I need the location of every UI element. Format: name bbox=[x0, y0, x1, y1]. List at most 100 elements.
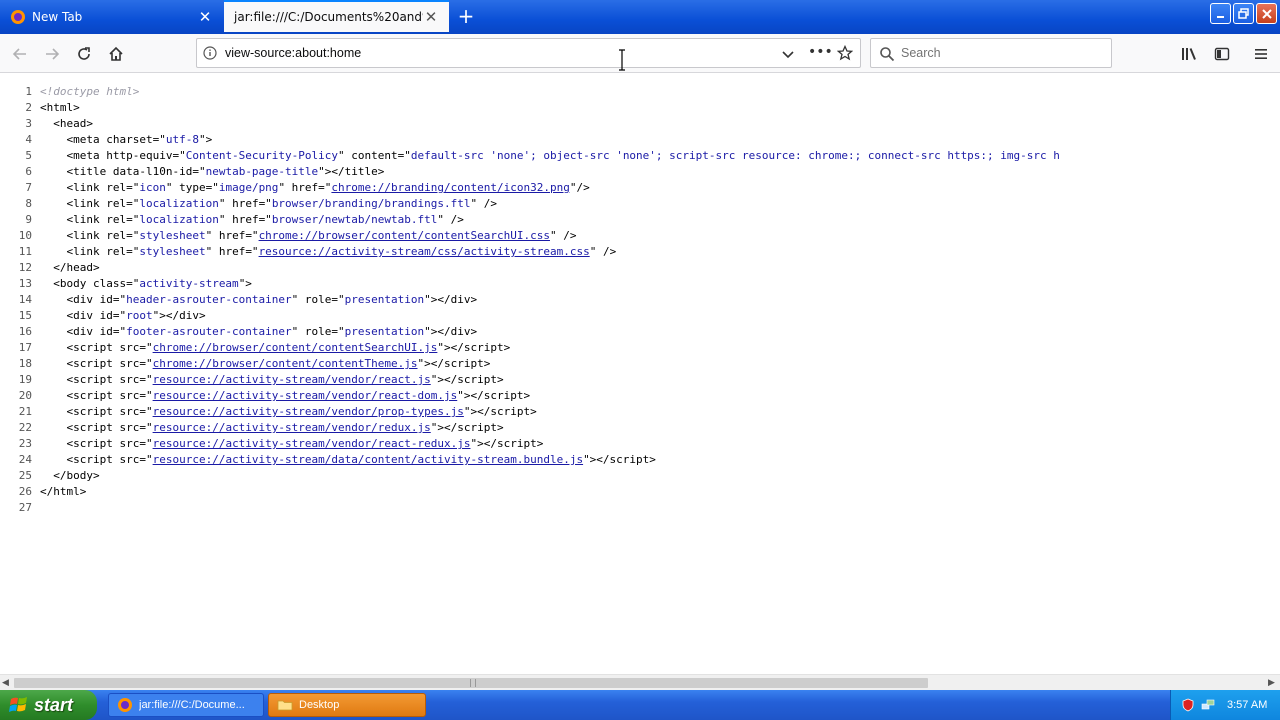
line-number: 13 bbox=[18, 277, 32, 290]
taskbar-item-desktop[interactable]: Desktop bbox=[268, 693, 426, 717]
info-icon[interactable] bbox=[203, 46, 217, 60]
source-link[interactable]: resource://activity-stream/vendor/react-… bbox=[153, 389, 458, 402]
source-code: <html> bbox=[40, 101, 80, 114]
close-icon[interactable]: ✕ bbox=[423, 8, 439, 26]
forward-button[interactable] bbox=[38, 40, 66, 68]
tab-view-source[interactable]: jar:file:///C:/Documents%20and%20S ✕ bbox=[224, 0, 449, 32]
scroll-right-icon[interactable]: ▶ bbox=[1268, 678, 1278, 688]
source-value: browser/newtab/newtab.ftl bbox=[271, 213, 438, 226]
plus-icon[interactable]: + bbox=[456, 6, 476, 26]
menu-button[interactable] bbox=[1247, 40, 1275, 68]
line-number: 23 bbox=[18, 437, 32, 450]
source-code: <head> bbox=[40, 117, 93, 130]
horizontal-scrollbar[interactable]: ◀ ▶ bbox=[0, 674, 1280, 690]
source-value: newtab-page-title bbox=[205, 165, 319, 178]
scroll-left-icon[interactable]: ◀ bbox=[2, 678, 12, 688]
window-close-button[interactable] bbox=[1256, 3, 1277, 24]
search-bar[interactable] bbox=[870, 38, 1112, 68]
line-number: 2 bbox=[25, 101, 32, 114]
source-code: <link rel="stylesheet" href="chrome://br… bbox=[40, 229, 577, 242]
minimize-button[interactable] bbox=[1210, 3, 1231, 24]
taskbar-item-browser[interactable]: jar:file:///C:/Docume... bbox=[108, 693, 264, 717]
source-link[interactable]: resource://activity-stream/vendor/react-… bbox=[153, 437, 471, 450]
line-number: 25 bbox=[18, 469, 32, 482]
maximize-button[interactable] bbox=[1233, 3, 1254, 24]
home-button[interactable] bbox=[102, 40, 130, 68]
windows-logo-icon bbox=[9, 697, 27, 712]
source-code: </head> bbox=[40, 261, 100, 274]
line-number: 27 bbox=[18, 501, 32, 514]
source-code: </body> bbox=[40, 469, 100, 482]
reload-button[interactable] bbox=[70, 40, 98, 68]
clock: 3:57 AM bbox=[1227, 699, 1268, 711]
source-code: <script src="resource://activity-stream/… bbox=[40, 389, 531, 402]
source-code: <script src="resource://activity-stream/… bbox=[40, 373, 504, 386]
source-value: default-src 'none'; object-src 'none'; s… bbox=[410, 149, 1060, 162]
source-code: <script src="resource://activity-stream/… bbox=[40, 437, 544, 450]
source-line: 2 <html> bbox=[0, 100, 1280, 116]
back-arrow-icon bbox=[12, 48, 26, 60]
source-code: <meta charset="utf-8"> bbox=[40, 133, 213, 146]
source-value: localization bbox=[139, 213, 219, 226]
source-value: stylesheet bbox=[139, 229, 206, 242]
source-link[interactable]: resource://activity-stream/vendor/redux.… bbox=[153, 421, 431, 434]
library-button[interactable] bbox=[1176, 40, 1204, 68]
source-code: <meta http-equiv="Content-Security-Polic… bbox=[40, 149, 1060, 162]
line-number: 24 bbox=[18, 453, 32, 466]
navigation-toolbar: view-source:about:home ••• bbox=[0, 34, 1280, 73]
source-line: 11 <link rel="stylesheet" href="resource… bbox=[0, 244, 1280, 260]
source-code: <div id="footer-asrouter-container" role… bbox=[40, 325, 478, 338]
minimize-icon bbox=[1216, 15, 1224, 18]
source-line: 4 <meta charset="utf-8"> bbox=[0, 132, 1280, 148]
sidebar-button[interactable] bbox=[1208, 40, 1236, 68]
source-code: <script src="resource://activity-stream/… bbox=[40, 421, 504, 434]
shield-icon[interactable] bbox=[1181, 698, 1195, 712]
source-code: <title data-l10n-id="newtab-page-title">… bbox=[40, 165, 385, 178]
source-link[interactable]: chrome://browser/content/contentTheme.js bbox=[153, 357, 418, 370]
line-number: 12 bbox=[18, 261, 32, 274]
start-button[interactable]: start bbox=[0, 690, 97, 720]
line-number: 11 bbox=[18, 245, 32, 258]
source-link[interactable]: chrome://browser/content/contentSearchUI… bbox=[153, 341, 438, 354]
source-line: 6 <title data-l10n-id="newtab-page-title… bbox=[0, 164, 1280, 180]
source-line: 20 <script src="resource://activity-stre… bbox=[0, 388, 1280, 404]
source-value: browser/branding/brandings.ftl bbox=[271, 197, 471, 210]
back-button[interactable] bbox=[6, 40, 34, 68]
source-line: 15 <div id="root"></div> bbox=[0, 308, 1280, 324]
source-line: 16 <div id="footer-asrouter-container" r… bbox=[0, 324, 1280, 340]
close-icon[interactable]: ✕ bbox=[197, 8, 213, 26]
line-number: 16 bbox=[18, 325, 32, 338]
chevron-down-icon[interactable] bbox=[781, 47, 795, 61]
tab-new-tab[interactable]: New Tab ✕ bbox=[0, 2, 223, 32]
source-line: 8 <link rel="localization" href="browser… bbox=[0, 196, 1280, 212]
source-link[interactable]: resource://activity-stream/vendor/prop-t… bbox=[153, 405, 464, 418]
source-link[interactable]: resource://activity-stream/data/content/… bbox=[153, 453, 583, 466]
source-code: <script src="chrome://browser/content/co… bbox=[40, 357, 491, 370]
source-link[interactable]: chrome://browser/content/contentSearchUI… bbox=[259, 229, 550, 242]
source-link[interactable]: resource://activity-stream/vendor/react.… bbox=[153, 373, 431, 386]
source-line: 10 <link rel="stylesheet" href="chrome:/… bbox=[0, 228, 1280, 244]
url-text[interactable]: view-source:about:home bbox=[225, 46, 361, 60]
line-number: 9 bbox=[25, 213, 32, 226]
firefox-icon bbox=[118, 698, 132, 712]
source-link[interactable]: chrome://branding/content/icon32.png bbox=[331, 181, 569, 194]
source-line: 14 <div id="header-asrouter-container" r… bbox=[0, 292, 1280, 308]
search-input[interactable] bbox=[901, 43, 1101, 63]
source-line: 27 bbox=[0, 500, 1280, 516]
more-icon[interactable]: ••• bbox=[808, 44, 833, 62]
source-view[interactable]: 1 <!doctype html> 2 <html> 3 <head> 4 <meta c… bbox=[0, 84, 1280, 674]
line-number: 20 bbox=[18, 389, 32, 402]
source-code: <link rel="localization" href="browser/b… bbox=[40, 197, 497, 210]
network-icon[interactable] bbox=[1201, 698, 1215, 712]
source-line: 7 <link rel="icon" type="image/png" href… bbox=[0, 180, 1280, 196]
source-value: utf-8 bbox=[165, 133, 199, 146]
source-line: 5 <meta http-equiv="Content-Security-Pol… bbox=[0, 148, 1280, 164]
source-code: <script src="resource://activity-stream/… bbox=[40, 453, 656, 466]
start-label: start bbox=[34, 694, 74, 715]
url-bar[interactable]: view-source:about:home ••• bbox=[196, 38, 861, 68]
source-link[interactable]: resource://activity-stream/css/activity-… bbox=[259, 245, 590, 258]
sidebar-icon bbox=[1214, 47, 1230, 61]
source-line: 18 <script src="chrome://browser/content… bbox=[0, 356, 1280, 372]
source-code: <!doctype html> bbox=[40, 84, 139, 100]
star-icon[interactable] bbox=[837, 45, 853, 61]
